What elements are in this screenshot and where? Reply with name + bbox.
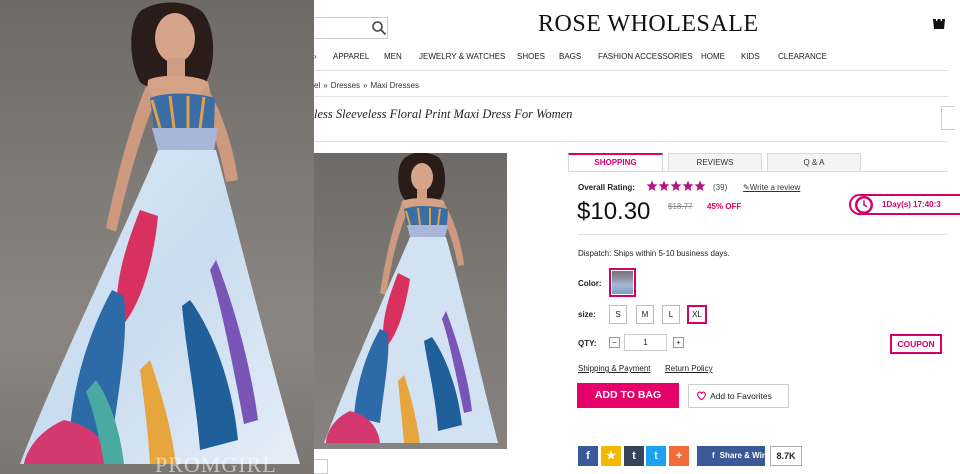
star-icon[interactable]: ★ <box>601 446 621 466</box>
current-price: $10.30 <box>577 198 651 225</box>
rating-stars <box>646 179 706 193</box>
product-title: less Sleeveless Floral Print Maxi Dress … <box>314 107 573 121</box>
product-image[interactable] <box>314 153 507 449</box>
heart-icon <box>697 391 706 401</box>
side-panel-button[interactable] <box>941 106 955 130</box>
add-to-bag-button[interactable]: ADD TO BAG <box>577 383 679 408</box>
tab-shopping[interactable]: SHOPPING <box>568 153 663 172</box>
breadcrumb-item-dresses[interactable]: Dresses <box>331 81 360 90</box>
tab-qa[interactable]: Q & A <box>767 153 861 172</box>
star-icon <box>670 180 682 191</box>
nav-item-bags[interactable]: BAGS <box>559 52 581 64</box>
size-label: size: <box>578 310 596 319</box>
nav-item-apparel[interactable]: APPAREL <box>333 52 369 64</box>
clock-icon <box>855 196 873 214</box>
coupon-button[interactable]: COUPON <box>890 334 942 354</box>
star-icon <box>646 180 658 191</box>
review-count[interactable]: (39) <box>713 183 727 192</box>
write-review-label: Write a review <box>749 183 801 192</box>
cart-icon[interactable] <box>931 15 947 31</box>
size-option-m[interactable]: M <box>636 305 654 324</box>
discount-badge: 45% OFF <box>707 202 742 211</box>
breadcrumb-item-maxi-dresses[interactable]: Maxi Dresses <box>370 81 418 90</box>
qty-label: QTY: <box>578 339 597 348</box>
share-and-win-label: Share & Win <box>719 451 767 460</box>
title-divider <box>314 141 948 142</box>
watermark: PROMGIRL <box>155 452 277 474</box>
breadcrumb-separator: » <box>323 81 328 90</box>
site-logo[interactable]: ROSE WHOLESALE <box>538 11 759 38</box>
facebook-icon: f <box>712 451 715 460</box>
breadcrumb-divider <box>314 96 948 97</box>
breadcrumb-separator: » <box>363 81 368 90</box>
return-policy-link[interactable]: Return Policy <box>665 364 713 373</box>
tab-reviews[interactable]: REVIEWS <box>668 153 762 172</box>
write-review-link[interactable]: ✎Write a review <box>743 183 800 192</box>
plus-icon[interactable]: + <box>669 446 689 466</box>
model-photo: PROMGIRL <box>0 0 314 474</box>
pencil-icon: ✎ <box>743 183 750 192</box>
qty-increase-button[interactable]: + <box>673 337 684 348</box>
nav-item-fashion-accessories[interactable]: FASHION ACCESSORIES <box>598 52 693 64</box>
nav-item-clearance[interactable]: CLEARANCE <box>778 52 827 64</box>
nav-overflow-chevron[interactable]: › <box>314 52 317 61</box>
breadcrumb: el» Dresses» Maxi Dresses <box>314 81 419 90</box>
size-option-l[interactable]: L <box>662 305 680 324</box>
tumblr-icon[interactable]: t <box>624 446 644 466</box>
qty-decrease-button[interactable]: − <box>609 337 620 348</box>
dispatch-info: Dispatch: Ships within 5-10 business day… <box>578 249 730 258</box>
star-icon <box>694 180 706 191</box>
dress-illustration <box>20 2 300 464</box>
nav-item-home[interactable]: HOME <box>701 52 725 64</box>
star-icon <box>658 180 670 191</box>
tab-divider <box>568 171 948 172</box>
nav-item-men[interactable]: MEN <box>384 52 402 64</box>
original-price: $18.77 <box>668 202 693 211</box>
nav-item-kids[interactable]: KIDS <box>741 52 760 64</box>
twitter-icon[interactable]: t <box>646 446 666 466</box>
product-dress-illustration <box>324 153 498 443</box>
share-and-win-button[interactable]: f Share & Win <box>697 446 767 466</box>
thumbnail-strip-button[interactable] <box>314 459 328 474</box>
star-icon <box>682 180 694 191</box>
size-option-xl[interactable]: XL <box>687 305 707 324</box>
share-count: 8.7K <box>770 446 802 466</box>
shipping-payment-link[interactable]: Shipping & Payment <box>578 364 651 373</box>
qty-input[interactable]: 1 <box>624 334 667 351</box>
add-to-favorites-label: Add to Favorites <box>710 391 772 401</box>
facebook-icon[interactable]: f <box>578 446 598 466</box>
nav-divider <box>314 70 948 71</box>
price-divider <box>578 234 948 235</box>
countdown-timer-text: 1Day(s) 17:40:3 <box>882 200 941 209</box>
color-label: Color: <box>578 279 602 288</box>
overall-rating-label: Overall Rating: <box>578 183 635 192</box>
size-option-s[interactable]: S <box>609 305 627 324</box>
search-icon[interactable] <box>371 20 387 36</box>
nav-item-jewelry-watches[interactable]: JEWELRY & WATCHES <box>419 52 505 64</box>
color-swatch-image <box>612 271 633 294</box>
color-swatch[interactable] <box>609 268 636 297</box>
nav-item-shoes[interactable]: SHOES <box>517 52 545 64</box>
